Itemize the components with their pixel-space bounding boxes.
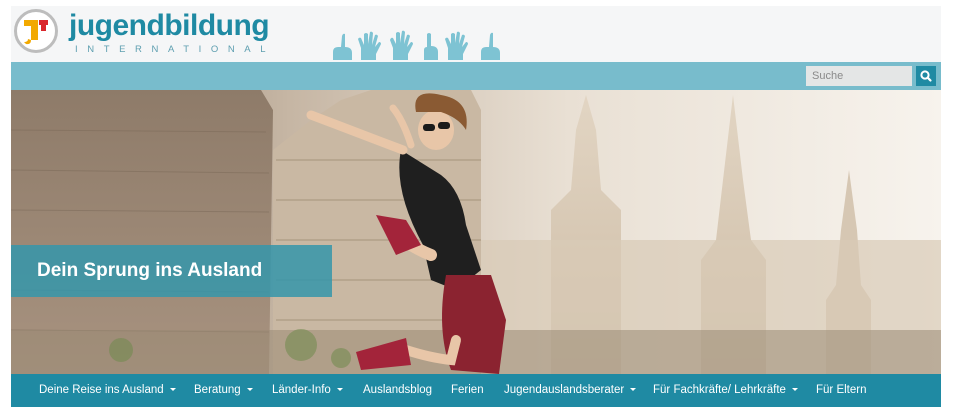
nav-item-label: Für Eltern bbox=[816, 384, 867, 396]
chevron-down-icon bbox=[336, 388, 343, 392]
nav-item-beratung[interactable]: Beratung bbox=[194, 374, 253, 407]
hero-caption: Dein Sprung ins Ausland bbox=[37, 260, 263, 281]
nav-item-label: Beratung bbox=[194, 384, 241, 396]
logo-icon[interactable] bbox=[14, 9, 58, 53]
hero-image bbox=[11, 90, 941, 374]
chevron-down-icon bbox=[169, 388, 176, 392]
nav-item-deine-reise[interactable]: Deine Reise ins Ausland bbox=[39, 374, 176, 407]
site-header: jugendbildung INTERNATIONAL bbox=[11, 6, 941, 62]
logo-tagline: INTERNATIONAL bbox=[75, 44, 276, 55]
chevron-down-icon bbox=[791, 388, 798, 392]
search-button[interactable] bbox=[916, 66, 936, 86]
hands-decoration-icon bbox=[333, 30, 500, 60]
nav-item-label: Ferien bbox=[451, 384, 484, 396]
nav-item-fachkraefte[interactable]: Für Fachkräfte/ Lehrkräfte bbox=[653, 374, 798, 407]
search-bar bbox=[11, 62, 941, 90]
hero-banner[interactable]: Dein Sprung ins Ausland bbox=[11, 90, 941, 374]
nav-item-laender-info[interactable]: Länder-Info bbox=[272, 374, 343, 407]
nav-item-auslandsblog[interactable]: Auslandsblog bbox=[363, 374, 432, 407]
nav-item-label: Für Fachkräfte/ Lehrkräfte bbox=[653, 384, 786, 396]
nav-item-label: Jugendauslandsberater bbox=[504, 384, 625, 396]
nav-item-ferien[interactable]: Ferien bbox=[451, 374, 484, 407]
nav-item-label: Auslandsblog bbox=[363, 384, 433, 396]
main-navigation: Deine Reise ins Ausland Beratung Länder-… bbox=[11, 374, 941, 407]
hero-caption-box: Dein Sprung ins Ausland bbox=[11, 245, 332, 297]
nav-item-jugendauslandsberater[interactable]: Jugendauslandsberater bbox=[504, 374, 637, 407]
logo-wordmark[interactable]: jugendbildung bbox=[69, 10, 270, 42]
nav-item-fuer-eltern[interactable]: Für Eltern bbox=[816, 374, 867, 407]
page-frame: jugendbildung INTERNATIONAL Suche Dein S… bbox=[11, 6, 941, 407]
chevron-down-icon bbox=[246, 388, 253, 392]
nav-item-label: Deine Reise ins Ausland bbox=[39, 384, 164, 396]
chevron-down-icon bbox=[630, 388, 637, 392]
search-input[interactable] bbox=[806, 66, 912, 86]
search-icon bbox=[920, 70, 932, 82]
nav-item-label: Länder-Info bbox=[272, 384, 331, 396]
